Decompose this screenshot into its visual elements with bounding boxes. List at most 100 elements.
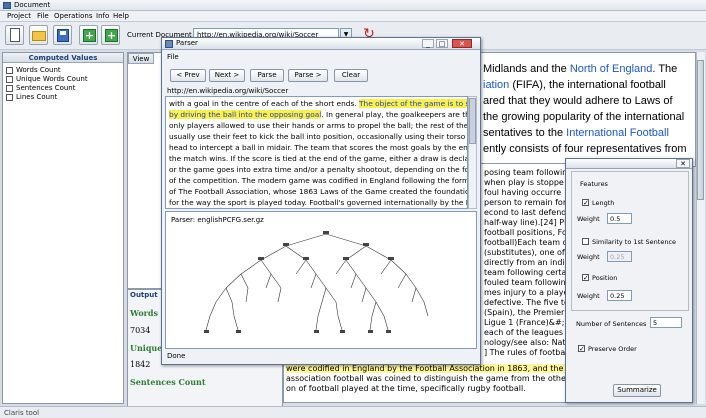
window-titlebar: Document	[0, 0, 706, 11]
parser-status: Done	[167, 352, 186, 360]
window-title: Document	[14, 1, 51, 9]
num-sentences-input[interactable]: 5	[650, 317, 682, 328]
menu-project[interactable]: Project	[7, 12, 31, 20]
parser-text-area[interactable]: with a goal in the centre of each of the…	[165, 96, 468, 209]
doc-line: nology/see also: Nat	[484, 338, 566, 347]
menu-file[interactable]: File	[37, 12, 49, 20]
checkbox-lines-count[interactable]	[6, 94, 13, 101]
words-count-label: Words Count	[16, 66, 61, 74]
parser-text-line: the match wins. If the score is tied at …	[169, 154, 468, 163]
new-document-button[interactable]	[5, 25, 24, 45]
doc-line: half-way line).[24] Pla	[484, 218, 570, 227]
parse-tree-diagram	[204, 231, 429, 333]
parser-text-line: only players allowed to use their hands …	[169, 121, 468, 130]
parser-url: http://en.wikipedia.org/wiki/Soccer	[167, 87, 289, 95]
doc-line: on of football played at the time, speci…	[286, 384, 526, 393]
num-sentences-label: Number of Sentences	[576, 320, 647, 328]
features-group: Features ✓ Length Weight 0.5 Similarity …	[571, 171, 689, 311]
tab-view[interactable]: View	[128, 53, 154, 64]
menubar: Project File Operations Info Help	[0, 11, 706, 22]
doc-line: each of the leagues h	[484, 328, 570, 337]
checkbox-words-count[interactable]	[6, 67, 13, 74]
parser-menu-file[interactable]: File	[167, 53, 179, 61]
minimize-button[interactable]: _	[422, 39, 434, 48]
length-weight-input[interactable]: 0.5	[607, 213, 632, 224]
new-document-icon	[10, 28, 20, 42]
length-weight-label: Weight	[577, 215, 600, 223]
parser-text-scroll-thumb[interactable]	[469, 98, 476, 144]
parser-titlebar: Parser _ □ ✕	[162, 38, 480, 50]
doc-line: (substitutes), one of whic	[484, 248, 569, 257]
add-document-button[interactable]: +	[79, 25, 98, 45]
link-fifa[interactable]: iation	[483, 79, 509, 91]
doc-line: mes injury to a player	[484, 288, 570, 297]
save-button[interactable]	[53, 25, 72, 45]
doc-line: Ligue 1 (France)&#;	[484, 318, 565, 327]
preserve-order-label: Preserve Order	[588, 345, 637, 353]
preserve-order-checkbox[interactable]: ✓	[578, 345, 585, 353]
save-disk-icon	[57, 29, 69, 42]
output-unique-words-value: 1842	[130, 360, 151, 369]
close-icon[interactable]: ✕	[676, 159, 690, 168]
doc-line: football)Each team c	[484, 238, 567, 247]
position-checkbox[interactable]: ✓	[582, 274, 589, 282]
doc-line: defective. The five to	[484, 298, 569, 307]
summarize-button[interactable]: Summarize	[613, 384, 661, 397]
doc-line: association football was coined to disti…	[286, 374, 570, 383]
add-document-alt-button[interactable]: +	[101, 25, 120, 45]
doc-line: sentatives to the International Football	[483, 127, 669, 139]
doc-line: (Spain), the Premier	[484, 308, 565, 317]
summary-options-dialog: ✕ Features ✓ Length Weight 0.5 Similarit…	[565, 158, 693, 403]
doc-line: directly from an indir	[484, 258, 568, 267]
output-header: Output	[130, 291, 158, 299]
doc-line: econd to last defende	[484, 208, 570, 217]
parser-text-line: with a goal in the centre of each of the…	[169, 99, 467, 108]
similarity-checkbox[interactable]	[582, 238, 589, 245]
doc-line: posing team following	[484, 168, 570, 177]
add-document-icon: +	[83, 29, 96, 42]
parser-text-line: head to intercept a ball in midair. The …	[169, 143, 468, 152]
maximize-button[interactable]: □	[436, 39, 448, 48]
parser-title: Parser	[176, 39, 198, 47]
parser-window-icon	[165, 40, 173, 48]
doc-line: football positions, Forma	[484, 228, 569, 237]
doc-line: fouled team following	[484, 278, 570, 287]
doc-line: team following certain	[484, 268, 570, 277]
parse-tree-panel: Parser: englishPCFG.ser.gz	[165, 211, 477, 349]
parse-next-button[interactable]: Parse >	[288, 69, 328, 82]
status-bar: Claris tool	[0, 406, 706, 418]
document-text-panel: Midlands and the North of England. The i…	[480, 52, 696, 167]
parse-button[interactable]: Parse	[250, 69, 284, 82]
add-document-alt-icon: +	[105, 29, 118, 42]
folder-icon	[32, 31, 46, 41]
parser-text-line: usually use their feet to kick the ball …	[169, 132, 468, 141]
similarity-weight-input[interactable]: 0.25	[607, 251, 632, 262]
checkbox-unique-words-count[interactable]	[6, 76, 13, 83]
checkbox-sentences-count[interactable]	[6, 85, 13, 92]
output-words-count-value: 7034	[130, 326, 151, 335]
parser-text-line: of The Football Association, whose 1863 …	[169, 187, 468, 196]
parser-text-line: or the game goes into extra time and/or …	[169, 165, 468, 174]
clear-button[interactable]: Clear	[334, 69, 368, 82]
prev-button[interactable]: < Prev	[170, 69, 206, 82]
link-north-of-england[interactable]: North of England	[570, 63, 653, 75]
doc-line: ently consists of four representatives f…	[483, 143, 687, 155]
parser-text-line: by driving the ball into the opposing go…	[169, 110, 468, 119]
parser-dialog: Parser _ □ ✕ File < Prev Next > Parse Pa…	[161, 37, 481, 365]
close-button[interactable]: ✕	[452, 39, 472, 48]
next-button[interactable]: Next >	[209, 69, 245, 82]
menu-operations[interactable]: Operations	[54, 12, 92, 20]
output-sentences-count-label: Sentences Count	[130, 377, 206, 387]
doc-line: foul having occurre	[484, 188, 562, 197]
doc-line: were codified in England by the Football…	[286, 364, 569, 373]
menu-help[interactable]: Help	[113, 12, 129, 20]
position-weight-input[interactable]: 0.25	[607, 290, 632, 301]
menu-info[interactable]: Info	[96, 12, 109, 20]
document-scroll-thumb[interactable]	[697, 60, 704, 200]
open-folder-button[interactable]	[29, 25, 48, 45]
link-international-football[interactable]: International Football	[566, 127, 669, 139]
length-label: Length	[592, 199, 615, 207]
position-weight-label: Weight	[577, 292, 600, 300]
app-icon	[3, 2, 11, 9]
length-checkbox[interactable]: ✓	[582, 199, 589, 207]
